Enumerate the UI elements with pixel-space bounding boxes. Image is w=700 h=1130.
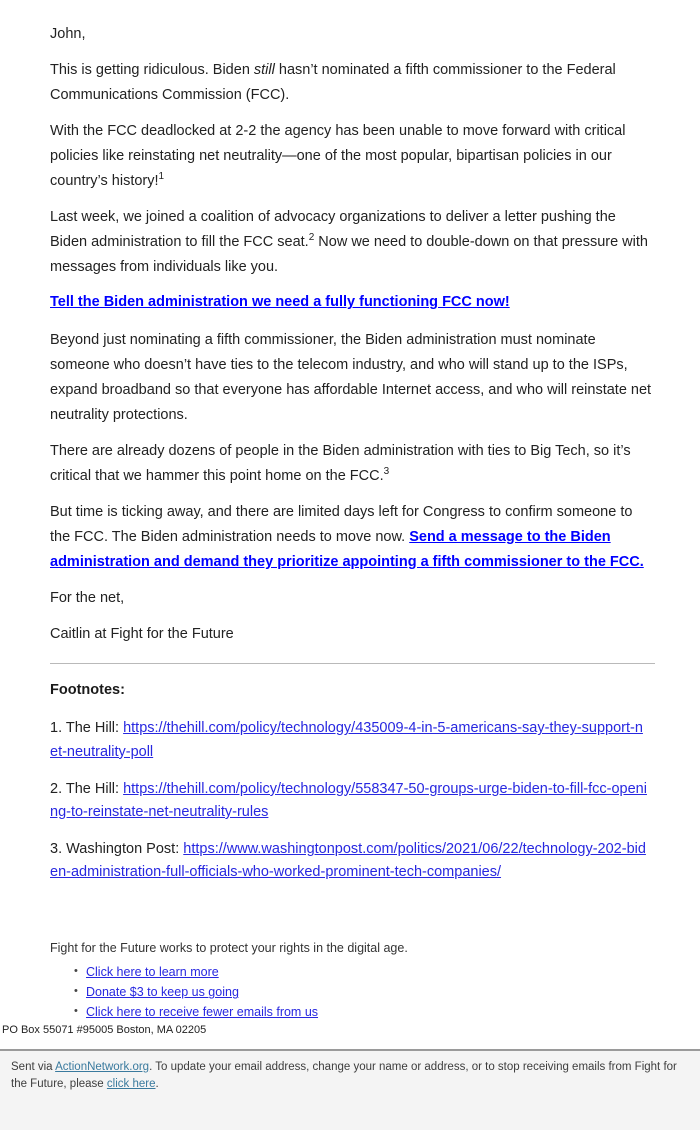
footnote-item-3: 3. Washington Post: https://www.washingt… — [50, 838, 650, 884]
footnote-item-1: 1. The Hill: https://thehill.com/policy/… — [50, 717, 650, 763]
paragraph-bigtech: There are already dozens of people in th… — [50, 439, 655, 489]
footnote-3-label: 3. Washington Post: — [50, 841, 184, 858]
footnote-2-label: 2. The Hill: — [50, 780, 124, 797]
email-message-body: John, This is getting ridiculous. Biden … — [0, 0, 700, 1023]
paragraph-coalition: Last week, we joined a coalition of advo… — [50, 205, 655, 280]
list-item: Click here to receive fewer emails from … — [74, 1003, 655, 1022]
learn-more-link[interactable]: Click here to learn more — [86, 965, 219, 979]
action-network-footer-bar: Sent via ActionNetwork.org. To update yo… — [0, 1049, 700, 1130]
org-footer-link-list: Click here to learn more Donate $3 to ke… — [50, 963, 655, 1022]
signoff-line-1: For the net, — [50, 589, 125, 606]
emphasis-still: still — [253, 61, 275, 78]
footnote-marker-3: 3 — [383, 466, 390, 478]
footnote-1-link[interactable]: https://thehill.com/policy/technology/43… — [50, 720, 643, 759]
signoff-line-2: Caitlin at Fight for the Future — [50, 625, 234, 642]
paragraph-bigtech-text: There are already dozens of people in th… — [50, 443, 631, 485]
footnote-2-link[interactable]: https://thehill.com/policy/technology/55… — [50, 781, 647, 820]
action-bar-text: Sent via ActionNetwork.org. To update yo… — [0, 1051, 700, 1094]
footnote-1-label: 1. The Hill: — [50, 720, 124, 737]
paragraph-deadlock: With the FCC deadlocked at 2-2 the agenc… — [50, 119, 655, 194]
greeting-line: John, — [50, 22, 655, 47]
fewer-emails-link[interactable]: Click here to receive fewer emails from … — [86, 1005, 318, 1019]
footnote-item-2: 2. The Hill: https://thehill.com/policy/… — [50, 778, 650, 824]
footnotes-heading: Footnotes: — [50, 681, 125, 698]
action-bar-period: . — [155, 1078, 159, 1091]
primary-cta-link[interactable]: Tell the Biden administration we need a … — [50, 294, 510, 310]
list-item: Donate $3 to keep us going — [74, 983, 655, 1002]
list-item: Click here to learn more — [74, 963, 655, 982]
postal-address: PO Box 55071 #95005 Boston, MA 02205 — [2, 1024, 207, 1036]
footnote-marker-1: 1 — [158, 170, 165, 182]
footnotes-divider — [50, 662, 655, 664]
paragraph-beyond: Beyond just nominating a fifth commissio… — [50, 332, 652, 424]
paragraph-ticking: But time is ticking away, and there are … — [50, 500, 655, 575]
primary-cta-block: Tell the Biden administration we need a … — [50, 290, 655, 315]
sent-via-prefix: Sent via — [11, 1061, 56, 1073]
paragraph-ridiculous-prefix: This is getting ridiculous. Biden — [50, 61, 254, 78]
paragraph-ridiculous: This is getting ridiculous. Biden still … — [50, 58, 655, 108]
manage-subscription-link[interactable]: click here — [107, 1078, 156, 1090]
email-content-area: John, This is getting ridiculous. Biden … — [0, 0, 700, 885]
action-network-link[interactable]: ActionNetwork.org — [55, 1061, 149, 1073]
org-tagline: Fight for the Future works to protect yo… — [50, 940, 408, 955]
donate-link[interactable]: Donate $3 to keep us going — [86, 985, 239, 999]
paragraph-deadlock-text: With the FCC deadlocked at 2-2 the agenc… — [50, 122, 626, 189]
organization-footer: Fight for the Future works to protect yo… — [0, 939, 700, 1023]
greeting-text: John, — [50, 26, 86, 42]
